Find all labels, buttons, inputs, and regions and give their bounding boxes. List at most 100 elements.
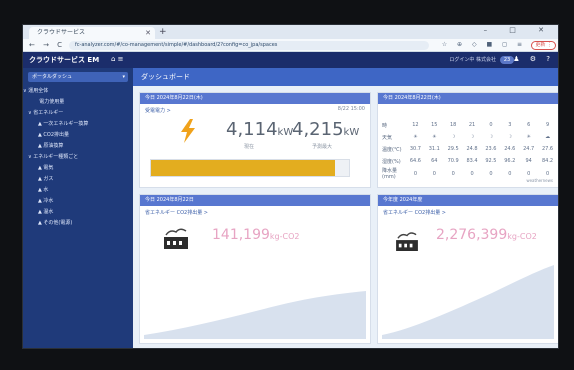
weather-hour-cell: 21 (468, 122, 476, 128)
sidebar-item[interactable]: ▲ 水 (23, 185, 133, 196)
sidebar-item[interactable]: ▲ 一次エネルギー換算 (23, 119, 133, 130)
sidebar-item[interactable]: ▲ CO2排出量 (23, 130, 133, 141)
sidebar-item[interactable]: ▲ 冷水 (23, 196, 133, 207)
weather-temp-row-cell: 30.7 (409, 146, 421, 152)
co2-year-header: 今年度 2024年度 (378, 195, 558, 206)
sidebar-item[interactable]: ▲ その他(電源) (23, 218, 133, 229)
weather-rain-row-cell: 0 (451, 170, 455, 177)
power-progress-bar (150, 159, 350, 177)
co2-today-link[interactable]: 省エネルギー CO2排出量 > (140, 206, 370, 216)
weather-hour-cell: 12 (412, 122, 419, 128)
user-label: ログイン中 株式会社 (449, 57, 496, 63)
weather-humidity-row: 湿度(%) 64.6 64 70.9 83.4 92.5 96.2 94 84.2 (382, 155, 557, 167)
weather-humidity-row-cell: 64.6 (409, 158, 421, 164)
browser-tabbar: クラウドサービス ✕ + – □ ✕ (23, 25, 558, 39)
weather-rain-row-cell: 0 (432, 170, 436, 177)
weather-humidity-row-cell: 84.2 (541, 158, 554, 164)
sidebar: ポータルダッシュ ▾ ∨ 運用全体 ㅤ 電力使用量 ∨ 省エネルギー ▲ 一次エ… (23, 68, 133, 348)
weather-humidity-row-label: 湿度(%) (382, 158, 401, 165)
moon-icon: ☽ (469, 134, 475, 140)
weather-temp-row-cell: 29.5 (447, 146, 459, 152)
weather-humidity-row-cell: 96.2 (504, 158, 516, 164)
weather-table: 時 12 15 18 21 0 3 6 9 天気 ☀ ☀ ☽ ☽ ☽ ☽ ☀ ☁ 温度(℃) 30.7 31.1 29.5… (382, 119, 557, 180)
page-title: ダッシュボード (141, 73, 190, 81)
sidebar-item[interactable]: ㅤ 電力使用量 (23, 97, 133, 108)
weather-rain-row-cell: 0 (413, 170, 418, 177)
co2-year-area-chart (382, 265, 554, 339)
sidebar-item[interactable]: ∨ 運用全体 (23, 86, 133, 97)
power-progress-fill (151, 160, 336, 176)
weather-rain-row-cell: 0 (508, 170, 512, 177)
sidebar-item[interactable]: ▲ 温水 (23, 207, 133, 218)
header-icons[interactable]: ⌂ ≡ (111, 55, 124, 63)
weather-temp-row-cell: 24.8 (466, 146, 478, 152)
sidebar-item[interactable]: ∨ 省エネルギー (23, 108, 133, 119)
cloud-icon: ☁ (545, 134, 551, 140)
browser-tab[interactable]: クラウドサービス ✕ (29, 27, 155, 39)
weather-humidity-row-cell: 92.5 (485, 158, 497, 164)
co2-today-card: 今日 2024年8月22日 省エネルギー CO2排出量 > 141,199kg-… (139, 194, 371, 344)
monitor-screen: クラウドサービス ✕ + – □ ✕ ← → C ⌂ fc-analyzer.c… (22, 24, 559, 349)
tab-close-icon[interactable]: ✕ (145, 27, 151, 39)
weather-temp-row: 温度(℃) 30.7 31.1 29.5 24.8 23.6 24.6 24.7 27.6 (382, 143, 557, 155)
power-card-header: 今日 2024年8月22日(木) (140, 93, 370, 104)
weather-hour-cell: 0 (489, 122, 493, 128)
sidebar-item[interactable]: ▲ ガス (23, 174, 133, 185)
weather-temp-row-cell: 23.6 (485, 146, 497, 152)
weather-humidity-row-cell: 94 (525, 158, 532, 164)
weather-source: weathernews (526, 178, 553, 183)
app-title: クラウドサービス EM (29, 56, 100, 64)
co2-year: 2,276,399kg-CO2 (436, 227, 537, 243)
header-right-icons[interactable]: ♟ ⚙ ? (513, 55, 554, 63)
co2-year-link[interactable]: 省エネルギー CO2排出量 > (378, 206, 558, 216)
moon-icon: ☽ (488, 134, 494, 140)
co2-year-card: 今年度 2024年度 省エネルギー CO2排出量 > 2,276,399kg-C… (377, 194, 558, 344)
weather-temp-row-cell: 24.6 (504, 146, 516, 152)
main-content: ダッシュボード 今日 2024年8月22日(木) 受電電力 > 8/22 15:… (133, 68, 558, 348)
address-bar[interactable]: fc-analyzer.com/#/co-management/simple/#… (69, 41, 429, 50)
co2-year-unit: kg-CO2 (507, 232, 537, 241)
new-tab-button[interactable]: + (159, 27, 167, 37)
tab-title: クラウドサービス (37, 29, 86, 36)
weather-card-header: 今日 2024年8月22日(木) (378, 93, 558, 104)
current-power-caption: 現在 (244, 144, 255, 150)
sidebar-item[interactable]: ∨ エネルギー種類ごと (23, 152, 133, 163)
weather-hour-cell: 3 (508, 122, 512, 128)
app-header: クラウドサービス EM ⌂ ≡ ログイン中 株式会社 23 ♟ ⚙ ? (23, 52, 558, 68)
dashboard-selector[interactable]: ポータルダッシュ ▾ (28, 72, 128, 82)
weather-rain-row-label: 降水量(mm) (382, 168, 398, 180)
window-controls[interactable]: – □ ✕ (484, 26, 554, 34)
sun-icon: ☀ (432, 134, 437, 140)
sidebar-nav: ∨ 運用全体 ㅤ 電力使用量 ∨ 省エネルギー ▲ 一次エネルギー換算 ▲ CO… (23, 86, 133, 229)
max-power-value: 4,215 (292, 119, 344, 140)
sidebar-item[interactable]: ▲ 電気 (23, 163, 133, 174)
co2-today: 141,199kg-CO2 (212, 227, 299, 243)
extension-icons[interactable]: ☆ ⊕ ◇ ■ ◻ ≡ (442, 41, 526, 48)
sidebar-item[interactable]: ▲ 原油換算 (23, 141, 133, 152)
weather-humidity-row-cell: 64 (431, 158, 438, 164)
notification-badge[interactable]: 23 (500, 56, 514, 64)
power-card-link[interactable]: 受電電力 > (140, 104, 370, 114)
sun-icon: ☀ (526, 134, 531, 140)
current-power-unit: kW (277, 127, 294, 138)
moon-icon: ☽ (450, 134, 456, 140)
chevron-down-icon: ▾ (122, 74, 125, 80)
moon-icon: ☽ (507, 134, 513, 140)
weather-humidity-row-cell: 70.9 (447, 158, 459, 164)
weather-hour-cell: 15 (431, 122, 438, 128)
weather-icon-row: 天気 ☀ ☀ ☽ ☽ ☽ ☽ ☀ ☁ (382, 131, 557, 143)
factory-icon (164, 228, 188, 249)
weather-rain-row-cell: 0 (470, 170, 474, 177)
weather-icon-row-label: 天気 (382, 134, 393, 141)
sun-icon: ☀ (413, 134, 418, 140)
weather-hour-cell: 9 (545, 122, 550, 128)
weather-hours-row: 時 12 15 18 21 0 3 6 9 (382, 119, 557, 131)
update-button[interactable]: 更新 ⋮ (531, 41, 556, 50)
co2-year-value: 2,276,399 (436, 227, 508, 243)
current-power-value: 4,114 (226, 119, 278, 140)
weather-card: 今日 2024年8月22日(木) 時 12 15 18 21 0 3 6 9 天気 ☀ ☀ ☽ ☽ ☽ ☽ ☀ ☁… (377, 92, 558, 188)
browser-toolbar: ← → C ⌂ fc-analyzer.com/#/co-management/… (23, 39, 558, 52)
weather-temp-row-cell: 27.6 (541, 146, 554, 152)
weather-hours-label: 時 (382, 122, 388, 129)
weather-hour-cell: 18 (450, 122, 457, 128)
